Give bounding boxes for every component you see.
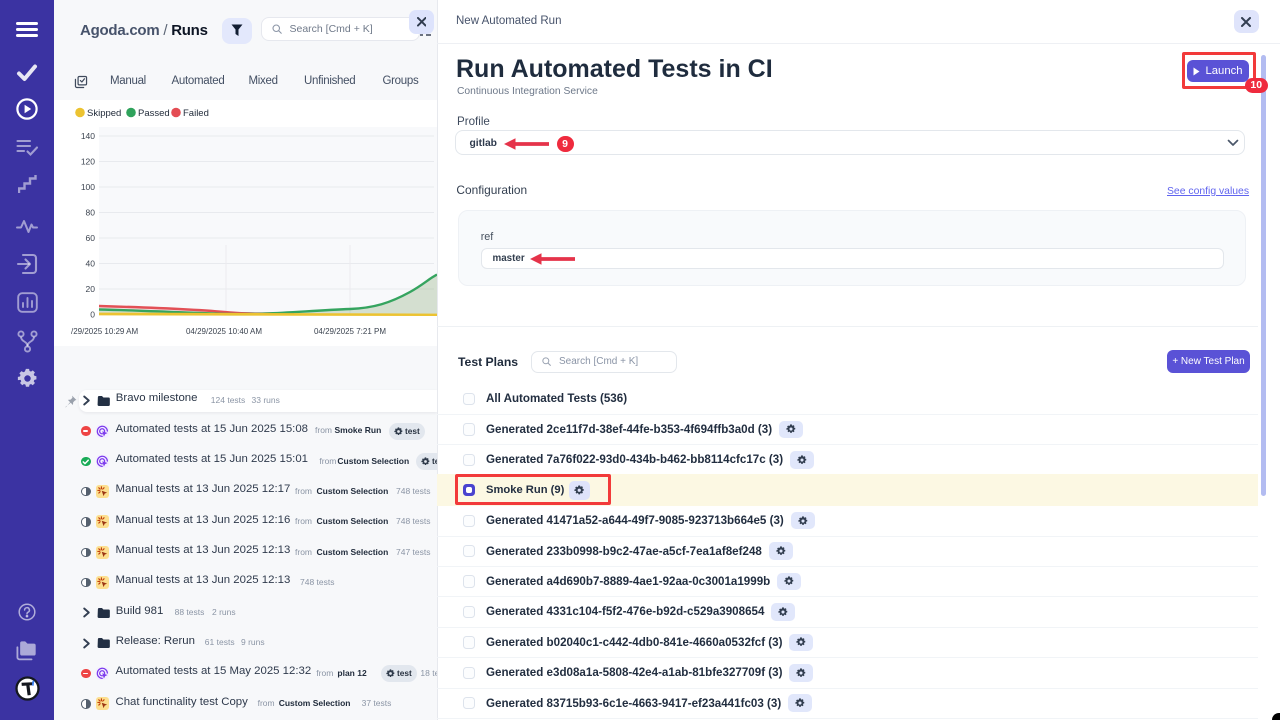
svg-text:140: 140 [81,131,95,141]
svg-text:80: 80 [86,208,96,218]
svg-text:Failed: Failed [183,108,209,119]
svg-text:100: 100 [81,182,95,192]
svg-text:Skipped: Skipped [87,108,121,119]
svg-text:40: 40 [86,259,96,269]
svg-text:0: 0 [90,310,95,320]
svg-text:20: 20 [86,284,96,294]
svg-text:04/29/2025 7:21 PM: 04/29/2025 7:21 PM [314,327,386,336]
svg-text:/29/2025 10:29 AM: /29/2025 10:29 AM [71,327,139,336]
svg-text:120: 120 [81,157,95,167]
svg-text:60: 60 [86,233,96,243]
svg-text:04/29/2025 10:40 AM: 04/29/2025 10:40 AM [186,327,262,336]
svg-text:Passed: Passed [138,108,170,119]
